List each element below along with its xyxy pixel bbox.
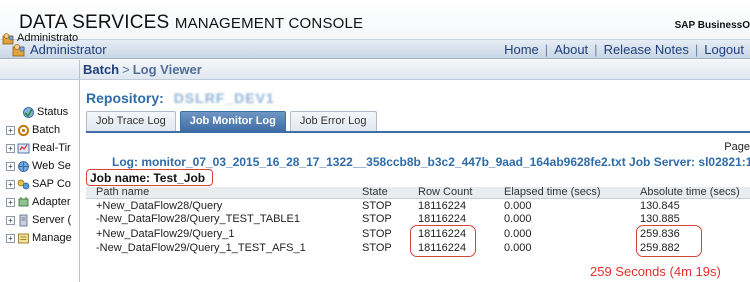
web-services-icon — [18, 160, 29, 172]
tree-item-label: Adapter — [32, 196, 71, 208]
app-title-part1: DATA SERVICES — [19, 12, 175, 33]
management-icon — [18, 233, 29, 243]
expand-icon[interactable]: + — [6, 197, 15, 207]
tree-item-label: Batch — [32, 124, 61, 136]
status-icon — [23, 106, 34, 118]
tree-item-label: SAP Co — [32, 178, 71, 190]
tree-item-adapter[interactable]: + Adapter — [6, 195, 80, 209]
cell-state: STOP — [362, 213, 392, 225]
sap-connections-icon — [17, 179, 30, 189]
job-name: Job name: Test_Job — [86, 169, 213, 186]
cell-state: STOP — [362, 200, 392, 212]
cell-elapsed: 0.000 — [504, 228, 532, 240]
cell-state: STOP — [362, 242, 392, 254]
breadcrumb-batch-link[interactable]: Batch — [83, 62, 119, 77]
cell-elapsed: 0.000 — [504, 242, 532, 254]
tree-item-realtime[interactable]: + Real-Tir — [6, 141, 80, 155]
cell-state: STOP — [362, 228, 392, 240]
cell-path: +New_DataFlow28/Query — [96, 200, 223, 212]
tree-item-web-services[interactable]: + Web Se — [6, 159, 80, 173]
cell-absolute: 130.885 — [640, 213, 680, 225]
tree-root-administrator[interactable]: Administrato — [2, 31, 80, 45]
cell-row-count: 18116224 — [418, 213, 467, 225]
tree-item-label: Web Se — [32, 160, 71, 172]
tab-job-trace-log[interactable]: Job Trace Log — [86, 111, 176, 131]
server-icon — [19, 214, 28, 226]
breadcrumb-current: Log Viewer — [132, 62, 202, 77]
table-row: +New_DataFlow28/Query STOP 18116224 0.00… — [86, 200, 750, 212]
log-tabs: Job Trace Log Job Monitor Log Job Error … — [86, 111, 377, 131]
annotation-note: 259 Seconds (4m 19s) — [590, 264, 721, 279]
repository-label: Repository: — [86, 90, 164, 106]
expand-icon[interactable]: + — [6, 161, 15, 171]
tree-item-label: Server ( — [32, 214, 72, 226]
top-links: Home | About | Release Notes | Logout — [498, 42, 750, 57]
cell-elapsed: 0.000 — [504, 200, 532, 212]
tree-item-management[interactable]: + Manage — [6, 231, 80, 245]
cell-path: -New_DataFlow28/Query_TEST_TABLE1 — [96, 213, 300, 225]
repository-name: DSLRF_DEV1 — [173, 90, 275, 106]
tree-item-label: Manage — [32, 232, 72, 244]
log-file-line: Log: monitor_07_03_2015_16_28_17_1322__3… — [112, 155, 750, 169]
tab-job-monitor-log[interactable]: Job Monitor Log — [179, 111, 286, 131]
column-header-state: State — [362, 186, 388, 198]
page-label: Page — [724, 141, 750, 153]
tree-root-label: Administrato — [17, 32, 79, 44]
brand-logo: SAP BusinessO — [674, 20, 750, 31]
row-count-highlight — [410, 225, 476, 257]
realtime-icon — [17, 143, 30, 153]
expand-icon[interactable]: + — [6, 215, 15, 225]
cell-row-count: 18116224 — [418, 200, 467, 212]
administrator-icon — [2, 32, 14, 44]
home-link[interactable]: Home — [498, 42, 545, 57]
column-header-row-count: Row Count — [418, 186, 473, 198]
expand-icon[interactable]: + — [6, 233, 15, 243]
tab-job-error-log[interactable]: Job Error Log — [289, 111, 377, 131]
tab-underline — [86, 131, 750, 133]
tree-item-label: Real-Tir — [32, 142, 71, 154]
expand-icon[interactable]: + — [6, 179, 15, 189]
tree-item-label: Status — [37, 106, 69, 118]
batch-icon — [17, 124, 30, 136]
nav-bar: Administrator Home | About | Release Not… — [0, 40, 750, 59]
table-row: -New_DataFlow28/Query_TEST_TABLE1 STOP 1… — [86, 213, 750, 225]
expand-icon[interactable]: + — [6, 125, 15, 135]
tree-item-status[interactable]: Status — [22, 105, 80, 119]
column-header-elapsed: Elapsed time (secs) — [504, 186, 601, 198]
tree-item-server[interactable]: + Server ( — [6, 213, 80, 227]
app-header: DATA SERVICES MANAGEMENT CONSOLE SAP Bus… — [0, 0, 750, 40]
logout-link[interactable]: Logout — [698, 42, 750, 57]
expand-icon[interactable]: + — [6, 143, 15, 153]
app-title-part2: MANAGEMENT CONSOLE — [174, 15, 364, 32]
breadcrumb: Batch > Log Viewer — [80, 60, 750, 80]
cell-elapsed: 0.000 — [504, 213, 532, 225]
release-notes-link[interactable]: Release Notes — [598, 42, 695, 57]
absolute-time-highlight — [636, 225, 702, 257]
adapter-icon — [18, 196, 29, 206]
tree-item-batch[interactable]: + Batch — [6, 123, 80, 137]
tree-item-sap-connections[interactable]: + SAP Co — [6, 177, 80, 191]
cell-absolute: 130.845 — [640, 200, 680, 212]
cell-path: +New_DataFlow29/Query_1 — [96, 228, 235, 240]
table-header: Path name State Row Count Elapsed time (… — [86, 186, 750, 199]
column-header-absolute: Absolute time (secs) — [640, 186, 740, 198]
breadcrumb-separator: > — [122, 62, 130, 77]
cell-path: -New_DataFlow29/Query_1_TEST_AFS_1 — [96, 242, 306, 254]
column-header-path: Path name — [96, 186, 150, 198]
about-link[interactable]: About — [548, 42, 594, 57]
repository-title: Repository: DSLRF_DEV1 — [86, 90, 275, 106]
